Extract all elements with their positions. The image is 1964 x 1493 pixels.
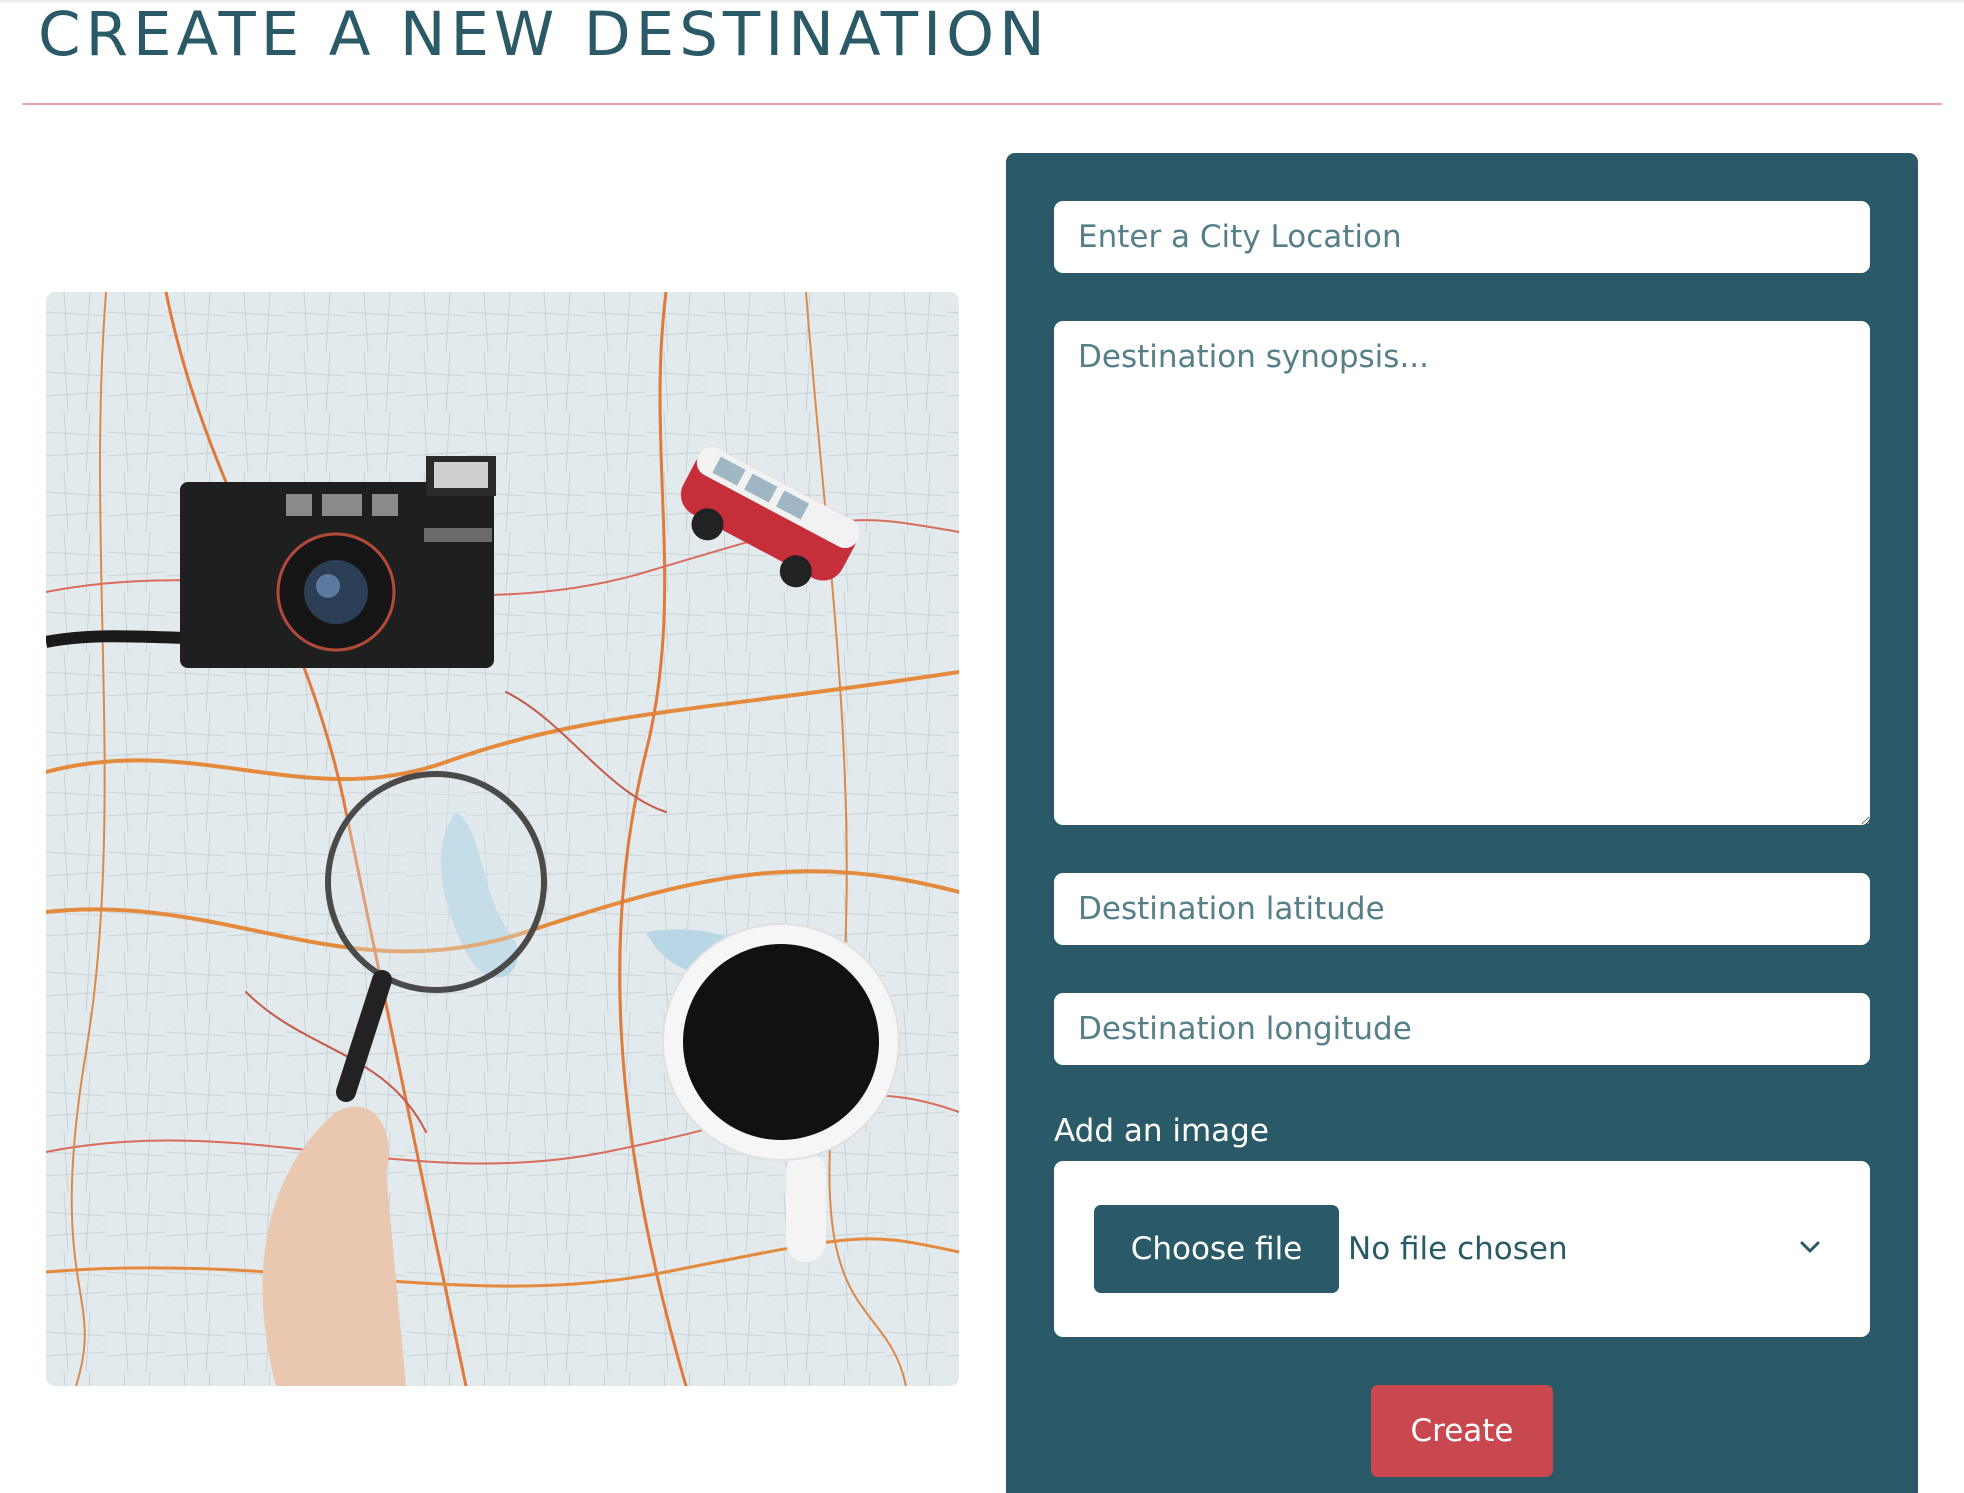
choose-file-button[interactable]: Choose file	[1094, 1205, 1339, 1293]
destination-latitude-input[interactable]	[1054, 873, 1870, 945]
city-location-input[interactable]	[1054, 201, 1870, 273]
file-status-text: No file chosen	[1348, 1231, 1568, 1267]
page-title: CREATE A NEW DESTINATION	[38, 0, 1050, 70]
destination-hero-image	[46, 292, 959, 1386]
destination-longitude-input[interactable]	[1054, 993, 1870, 1065]
create-destination-form: Add an image Choose file No file chosen …	[1006, 153, 1918, 1493]
create-button[interactable]: Create	[1371, 1385, 1553, 1477]
image-file-picker[interactable]: Choose file No file chosen	[1054, 1161, 1870, 1337]
chevron-down-icon[interactable]	[1796, 1233, 1824, 1261]
title-divider	[22, 103, 1942, 105]
add-image-label: Add an image	[1054, 1113, 1269, 1149]
destination-synopsis-textarea[interactable]	[1054, 321, 1870, 825]
map-photo-illustration	[46, 292, 959, 1386]
